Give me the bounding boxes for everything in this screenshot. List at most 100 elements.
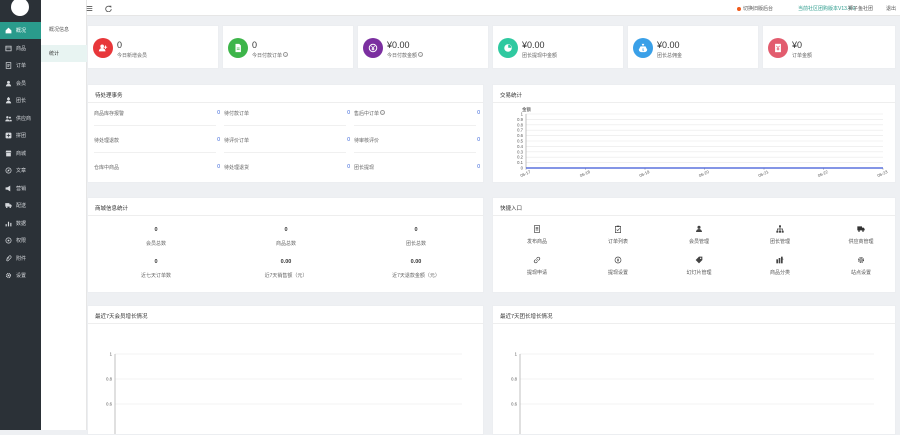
- stat-card[interactable]: ¥0.00 今日付款金额?: [357, 25, 489, 69]
- truck-icon: [831, 225, 891, 234]
- sidebar-item-13[interactable]: 附件: [0, 250, 41, 267]
- stat-label: 今日付款金额?: [387, 52, 424, 59]
- stat-card[interactable]: ¥0 订单金额: [762, 25, 896, 69]
- mall-stat-label: 团长总数: [405, 241, 426, 247]
- todo-item-value[interactable]: 0: [340, 110, 350, 116]
- version-link[interactable]: 当前社区团购版本V13.4.0: [798, 5, 855, 12]
- todo-item-value[interactable]: 0: [210, 137, 220, 143]
- sidebar-item-label: 营销: [16, 185, 27, 192]
- shop-icon: [5, 150, 12, 157]
- todo-item-value[interactable]: 0: [470, 110, 480, 116]
- quick-entry-item[interactable]: 供应商管理: [831, 225, 891, 245]
- todo-item-label[interactable]: 待评价订单: [224, 137, 249, 144]
- stat-label: 团长总佣金: [657, 53, 683, 59]
- row-divider: [224, 125, 346, 126]
- sidebar-item-label: 文章: [16, 168, 27, 174]
- store-name[interactable]: 狮子鱼社团: [848, 5, 873, 12]
- stat-card[interactable]: ¥0.00 团长提现中金额: [492, 25, 624, 69]
- quick-entry-item[interactable]: 会员管理: [669, 225, 729, 245]
- todo-item-label[interactable]: 待处理退款: [94, 137, 119, 144]
- avatar[interactable]: [11, 0, 29, 16]
- sidebar-item-6[interactable]: 拼团: [0, 127, 41, 144]
- sidebar-item-label: 权限: [16, 238, 27, 244]
- sidebar-item-4[interactable]: 团长: [0, 92, 41, 109]
- help-icon[interactable]: ?: [418, 52, 424, 58]
- menu-toggle-icon[interactable]: [84, 3, 94, 13]
- leader-growth-chart: 1 0.8 0.6: [511, 352, 874, 434]
- sidebar-item-14[interactable]: 设置: [0, 267, 41, 284]
- lock-icon: [5, 237, 12, 244]
- stat-card[interactable]: $ ¥0.00 团长总佣金: [627, 25, 759, 69]
- sidebar-item-7[interactable]: 商城: [0, 145, 41, 162]
- sidebar-item-5[interactable]: 供应商: [0, 110, 41, 127]
- sidebar-item-label: 团长: [16, 98, 27, 104]
- todo-item-value[interactable]: 0: [340, 164, 350, 170]
- y-tick-label: 0.6: [511, 402, 517, 407]
- subnav-item-stats[interactable]: 统计: [41, 45, 87, 62]
- help-icon[interactable]: ?: [283, 52, 289, 58]
- mall-stat-value: 0: [154, 227, 158, 233]
- user-add-icon: [93, 38, 113, 58]
- stat-card[interactable]: 0 今日新增会员: [87, 25, 219, 69]
- todo-item-label[interactable]: 商品库存报警: [94, 110, 124, 117]
- quick-entry-label: 会员管理: [688, 239, 709, 245]
- quick-entry-item[interactable]: 站点设置: [831, 256, 891, 276]
- order-icon: [5, 62, 12, 69]
- quick-entry-item[interactable]: 提现设置: [588, 256, 648, 276]
- sidebar-item-11[interactable]: 数据: [0, 215, 41, 232]
- todo-item-value[interactable]: 0: [470, 164, 480, 170]
- todo-item-label[interactable]: 待审核评价: [354, 137, 379, 144]
- help-icon[interactable]: ?: [380, 110, 386, 116]
- quick-entry-label: 商品分类: [769, 270, 790, 276]
- todo-item-value[interactable]: 0: [210, 110, 220, 116]
- todo-panel: 待处理事务 商品库存报警 0 待付款订单 0 售后中订单? 0 待处理退款 0 待评价订单 0 待审…: [87, 84, 484, 183]
- quick-entry-item[interactable]: 订单列表: [588, 225, 648, 245]
- user-icon: [5, 80, 12, 87]
- mall-stat-label: 近7天销售额（元）: [264, 273, 308, 279]
- quick-entry-item[interactable]: 团长管理: [750, 225, 810, 245]
- sidebar-item-0[interactable]: 概况: [0, 22, 41, 39]
- y-tick-label: 0.8: [517, 122, 523, 127]
- quick-entry-item[interactable]: 幻灯片管理: [669, 256, 729, 276]
- quick-entry-item[interactable]: 提现申请: [507, 256, 567, 276]
- stat-card[interactable]: 0 今日付款订单?: [222, 25, 354, 69]
- trade-title: 交易统计: [500, 93, 523, 99]
- todo-title: 待处理事务: [95, 93, 123, 99]
- sidebar-item-12[interactable]: 权限: [0, 232, 41, 249]
- quick-entry-item[interactable]: 商品分类: [750, 256, 810, 276]
- subnav-title: 概况信息: [49, 27, 70, 33]
- todo-item-label[interactable]: 团长提现: [354, 164, 374, 171]
- todo-item-label[interactable]: 售后中订单?: [354, 110, 386, 117]
- stat-value: 0: [252, 40, 258, 50]
- quick-entry-item[interactable]: 发布商品: [507, 225, 567, 245]
- quick-entry-label: 提现设置: [607, 270, 628, 276]
- logout-link[interactable]: 退出: [886, 5, 896, 12]
- stat-label: 今日新增会员: [117, 53, 148, 59]
- sidebar-item-3[interactable]: 会员: [0, 75, 41, 92]
- row-divider: [354, 125, 476, 126]
- sidebar-item-label: 配送: [16, 203, 27, 209]
- data-icon: [5, 220, 12, 227]
- switch-old-admin-link[interactable]: 切换旧版后台: [737, 5, 773, 12]
- sidebar-item-9[interactable]: 营销: [0, 180, 41, 197]
- sidebar-item-1[interactable]: 商品: [0, 40, 41, 57]
- todo-item-value[interactable]: 0: [340, 137, 350, 143]
- refresh-icon[interactable]: [103, 3, 113, 13]
- link-icon: [507, 256, 567, 265]
- row-divider: [224, 152, 346, 153]
- todo-item-label[interactable]: 仓库中商品: [94, 164, 119, 171]
- gear-icon: [5, 272, 12, 279]
- mall-stat-value: 0.00: [410, 259, 422, 265]
- todo-item-label[interactable]: 待处理退货: [224, 164, 249, 171]
- sidebar-item-8[interactable]: 文章: [0, 162, 41, 179]
- todo-item-value[interactable]: 0: [210, 164, 220, 170]
- mall-stat-label: 会员总数: [145, 241, 166, 247]
- y-tick-label: 1: [521, 112, 524, 117]
- sidebar-item-10[interactable]: 配送: [0, 197, 41, 214]
- todo-item-value[interactable]: 0: [470, 137, 480, 143]
- todo-item-label[interactable]: 待付款订单: [224, 110, 249, 117]
- sidebar-item-label: 拼团: [16, 133, 27, 139]
- y-tick-label: 1: [515, 352, 518, 357]
- receipt-icon: [768, 38, 788, 58]
- sidebar-item-2[interactable]: 订单: [0, 57, 41, 74]
